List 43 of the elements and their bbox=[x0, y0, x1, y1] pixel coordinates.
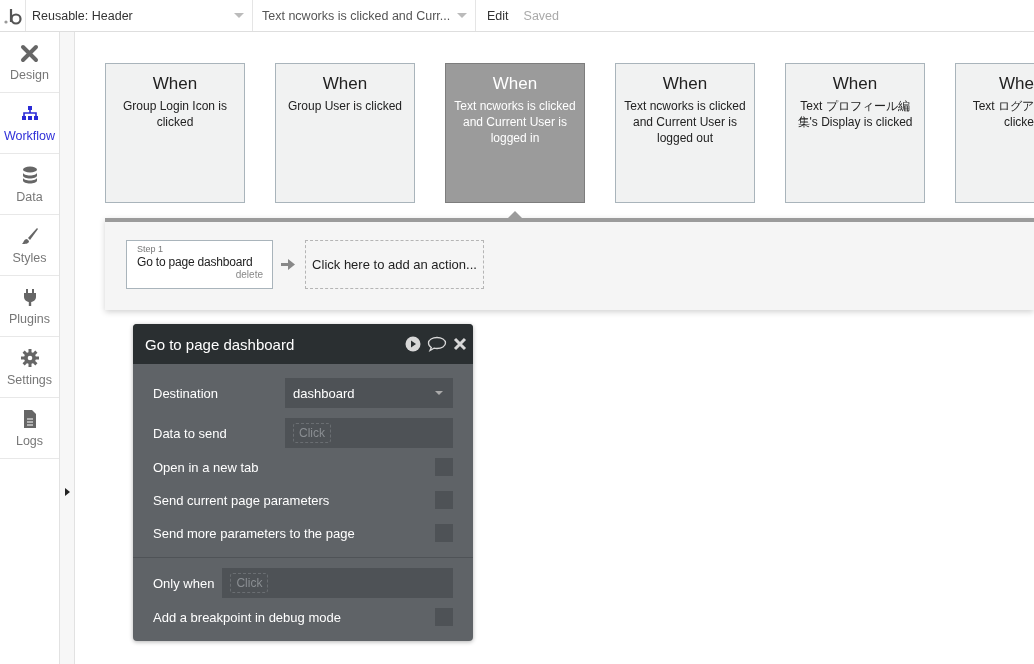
placeholder-chip: Click bbox=[293, 423, 331, 443]
delete-link[interactable]: delete bbox=[235, 268, 263, 280]
caret-icon bbox=[435, 391, 443, 395]
sidebar-tab[interactable]: Design bbox=[0, 32, 59, 93]
field-label: Destination bbox=[153, 385, 219, 401]
editor-title: Go to page dashboard bbox=[145, 335, 296, 353]
logo-icon bbox=[3, 6, 22, 25]
step-name: Go to page dashboard bbox=[137, 254, 254, 269]
arrow-right-icon bbox=[281, 257, 295, 271]
field-label: Add a breakpoint in debug mode bbox=[153, 609, 341, 625]
field-label: Only when bbox=[153, 575, 215, 591]
expand-arrow-icon[interactable] bbox=[64, 488, 70, 496]
destination-dropdown[interactable]: dashboard bbox=[285, 378, 453, 408]
add-action-button[interactable]: Click here to add an action... bbox=[305, 239, 484, 289]
event-card[interactable]: Whe Text ログア clicke bbox=[955, 63, 1034, 203]
field-label: Send more parameters to the page bbox=[153, 525, 355, 541]
page-dropdown[interactable]: Reusable: Header bbox=[26, 0, 253, 31]
step-label: Step 1 bbox=[137, 243, 165, 254]
action-step[interactable]: Step 1 Go to page dashboard delete bbox=[126, 239, 273, 289]
caret-icon bbox=[457, 13, 467, 18]
paintbrush-icon bbox=[19, 225, 40, 246]
event-card[interactable]: When Text ncworks is clicked and Current User is logged out bbox=[615, 63, 755, 203]
comment-icon[interactable] bbox=[427, 336, 447, 352]
gear-icon bbox=[19, 347, 40, 368]
close-icon[interactable] bbox=[453, 337, 467, 351]
event-dropdown[interactable]: Text ncworks is clicked and Curr... bbox=[253, 0, 476, 31]
save-status: Saved bbox=[522, 7, 559, 25]
edit-menu[interactable]: Edit bbox=[476, 0, 509, 31]
field-label: Send current page parameters bbox=[153, 492, 330, 508]
sidebar-tab[interactable]: Plugins bbox=[0, 276, 59, 337]
sidebar-tab[interactable]: Logs bbox=[0, 398, 59, 459]
placeholder-chip: Click bbox=[230, 573, 269, 593]
event-card[interactable]: When Group Login Icon is clicked bbox=[105, 63, 245, 203]
play-icon[interactable] bbox=[405, 336, 421, 352]
sidebar-tab[interactable]: Styles bbox=[0, 215, 59, 276]
field-label: Data to send bbox=[153, 425, 227, 441]
field-label: Open in a new tab bbox=[153, 459, 259, 475]
event-card[interactable]: When Group User is clicked bbox=[275, 63, 415, 203]
sidebar-tab[interactable]: Settings bbox=[0, 337, 59, 398]
caret-icon bbox=[234, 13, 244, 18]
event-card[interactable]: When Text プロフィール編集's Display is clicked bbox=[785, 63, 925, 203]
sidebar-tab[interactable]: Data bbox=[0, 154, 59, 215]
sidebar-tab[interactable]: Workflow bbox=[0, 93, 59, 154]
